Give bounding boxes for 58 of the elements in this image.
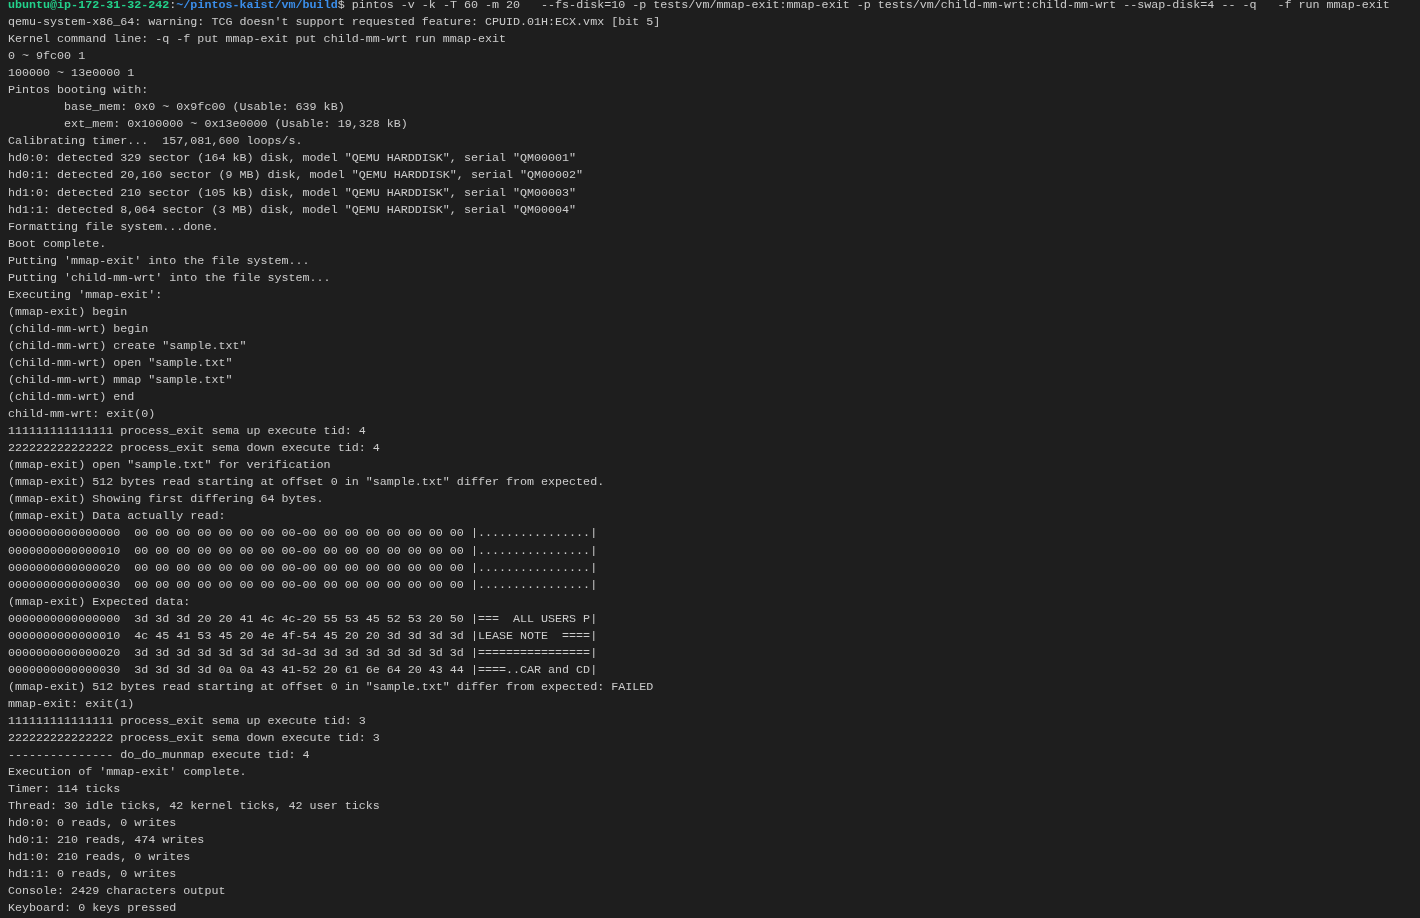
- output-line: ext_mem: 0x100000 ~ 0x13e0000 (Usable: 19,328 kB): [63, 117, 408, 132]
- output-line: hd0:0: 0 reads, 0 writes: [8, 816, 177, 831]
- output-line: (child-mm-wrt) begin: [8, 321, 149, 336]
- output-line: Calibrating timer... 157,081,600 loops/s.: [8, 134, 303, 149]
- output-line: Pintos booting with:: [8, 83, 149, 98]
- command-text: pintos -v -k -T 60 -m 20 --fs-disk=10 -p tests/vm/mmap-exit:mmap-exit -p tests/vm/child-mm-wrt:child-mm-wrt --swap-disk=4 -- -q -f run mmap-exit: [350, 0, 1390, 12]
- output-line: 0000000000000010 00 00 00 00 00 00 00 00-00 00 00 00 00 00 00 00 |................|: [8, 543, 598, 558]
- output-line: base_mem: 0x0 ~ 0x9fc00 (Usable: 639 kB): [63, 100, 345, 115]
- output-line: (child-mm-wrt) open "sample.txt": [8, 356, 233, 370]
- prompt-symbol: $: [337, 0, 345, 12]
- output-line: 222222222222222 process_exit sema down execute tid: 4: [8, 441, 380, 456]
- output-line: 0000000000000020 00 00 00 00 00 00 00 00-00 00 00 00 00 00 00 00 |................|: [8, 560, 598, 575]
- output-line: hd0:1: detected 20,160 sector (9 MB) disk, model "QEMU HARDDISK", serial "QM00002": [8, 168, 584, 183]
- output-line: hd0:0: detected 329 sector (164 kB) disk, model "QEMU HARDDISK", serial "QM00001": [8, 151, 577, 166]
- output-line: Thread: 30 idle ticks, 42 kernel ticks, 42 user ticks: [8, 799, 380, 814]
- output-line: 111111111111111 process_exit sema up execute tid: 4: [8, 424, 366, 439]
- output-line: hd1:1: 0 reads, 0 writes: [8, 867, 177, 882]
- output-line: 0000000000000030 00 00 00 00 00 00 00 00-00 00 00 00 00 00 00 00 |................|: [8, 577, 598, 592]
- prompt-separator: :: [169, 0, 177, 12]
- output-line: 0000000000000000 3d 3d 3d 20 20 41 4c 4c-20 55 53 45 52 53 20 50 |=== ALL USERS P|: [8, 611, 598, 626]
- output-line: Putting 'child-mm-wrt' into the file system...: [8, 270, 331, 285]
- output-line: hd1:0: detected 210 sector (105 kB) disk, model "QEMU HARDDISK", serial "QM00003": [8, 185, 577, 200]
- output-line: Console: 2429 characters output: [8, 884, 226, 899]
- output-line: Putting 'mmap-exit' into the file system...: [8, 253, 310, 268]
- output-line: (child-mm-wrt) mmap "sample.txt": [8, 373, 233, 388]
- output-line: (mmap-exit) begin: [8, 304, 128, 319]
- output-line: 0 ~ 9fc00 1: [8, 49, 86, 64]
- output-line: mmap-exit: exit(1): [8, 696, 135, 711]
- output-line: Formatting file system...done.: [8, 219, 219, 234]
- output-line: hd0:1: 210 reads, 474 writes: [8, 833, 205, 848]
- output-line: (mmap-exit) open "sample.txt" for verification: [8, 458, 331, 473]
- prompt-path: ~/pintos-kaist/vm/build: [176, 0, 338, 12]
- output-line: hd1:1: detected 8,064 sector (3 MB) disk, model "QEMU HARDDISK", serial "QM00004": [8, 202, 577, 217]
- output-line: Timer: 114 ticks: [8, 782, 121, 797]
- output-line: hd1:0: 210 reads, 0 writes: [8, 850, 191, 865]
- output-line: (child-mm-wrt) create "sample.txt": [8, 338, 247, 353]
- output-line: qemu-system-x86_64: warning: TCG doesn't support requested feature: CPUID.01H:ECX.vmx [bit 5]: [8, 15, 661, 30]
- output-line: 100000 ~ 13e0000 1: [8, 66, 135, 81]
- output-line: --------------- do_do_munmap execute tid: 4: [8, 748, 310, 763]
- output-line: 0000000000000010 4c 45 41 53 45 20 4e 4f-54 45 20 20 3d 3d 3d 3d |LEASE NOTE ====|: [8, 628, 598, 643]
- output-line: Executing 'mmap-exit':: [8, 287, 163, 302]
- output-line: Kernel command line: -q -f put mmap-exit put child-mm-wrt run mmap-exit: [8, 32, 506, 47]
- output-line: (mmap-exit) Expected data:: [8, 594, 191, 609]
- output-line: 0000000000000000 00 00 00 00 00 00 00 00-00 00 00 00 00 00 00 00 |................|: [8, 526, 598, 541]
- output-line: (mmap-exit) Showing first differing 64 bytes.: [8, 492, 324, 507]
- output-line: (mmap-exit) 512 bytes read starting at offset 0 in "sample.txt" differ from expected: FAILED: [8, 679, 654, 694]
- output-line: 222222222222222 process_exit sema down execute tid: 3: [8, 731, 380, 745]
- output-line: Keyboard: 0 keys pressed: [8, 901, 177, 915]
- output-line: (child-mm-wrt) end: [8, 390, 135, 405]
- output-line: (mmap-exit) Data actually read:: [8, 509, 226, 524]
- output-line: Execution of 'mmap-exit' complete.: [8, 765, 247, 780]
- output-line: 0000000000000030 3d 3d 3d 3d 0a 0a 43 41-52 20 61 6e 64 20 43 44 |====..CAR and CD|: [8, 662, 598, 677]
- output-line: Boot complete.: [8, 236, 107, 251]
- output-line: 111111111111111 process_exit sema up execute tid: 3: [8, 713, 366, 728]
- prompt-user-host: ubuntu@ip-172-31-32-242: [8, 0, 170, 12]
- output-line: 0000000000000020 3d 3d 3d 3d 3d 3d 3d 3d-3d 3d 3d 3d 3d 3d 3d 3d |================|: [8, 645, 598, 660]
- output-line: (mmap-exit) 512 bytes read starting at offset 0 in "sample.txt" differ from expected.: [8, 475, 605, 490]
- output-line: child-mm-wrt: exit(0): [8, 407, 156, 422]
